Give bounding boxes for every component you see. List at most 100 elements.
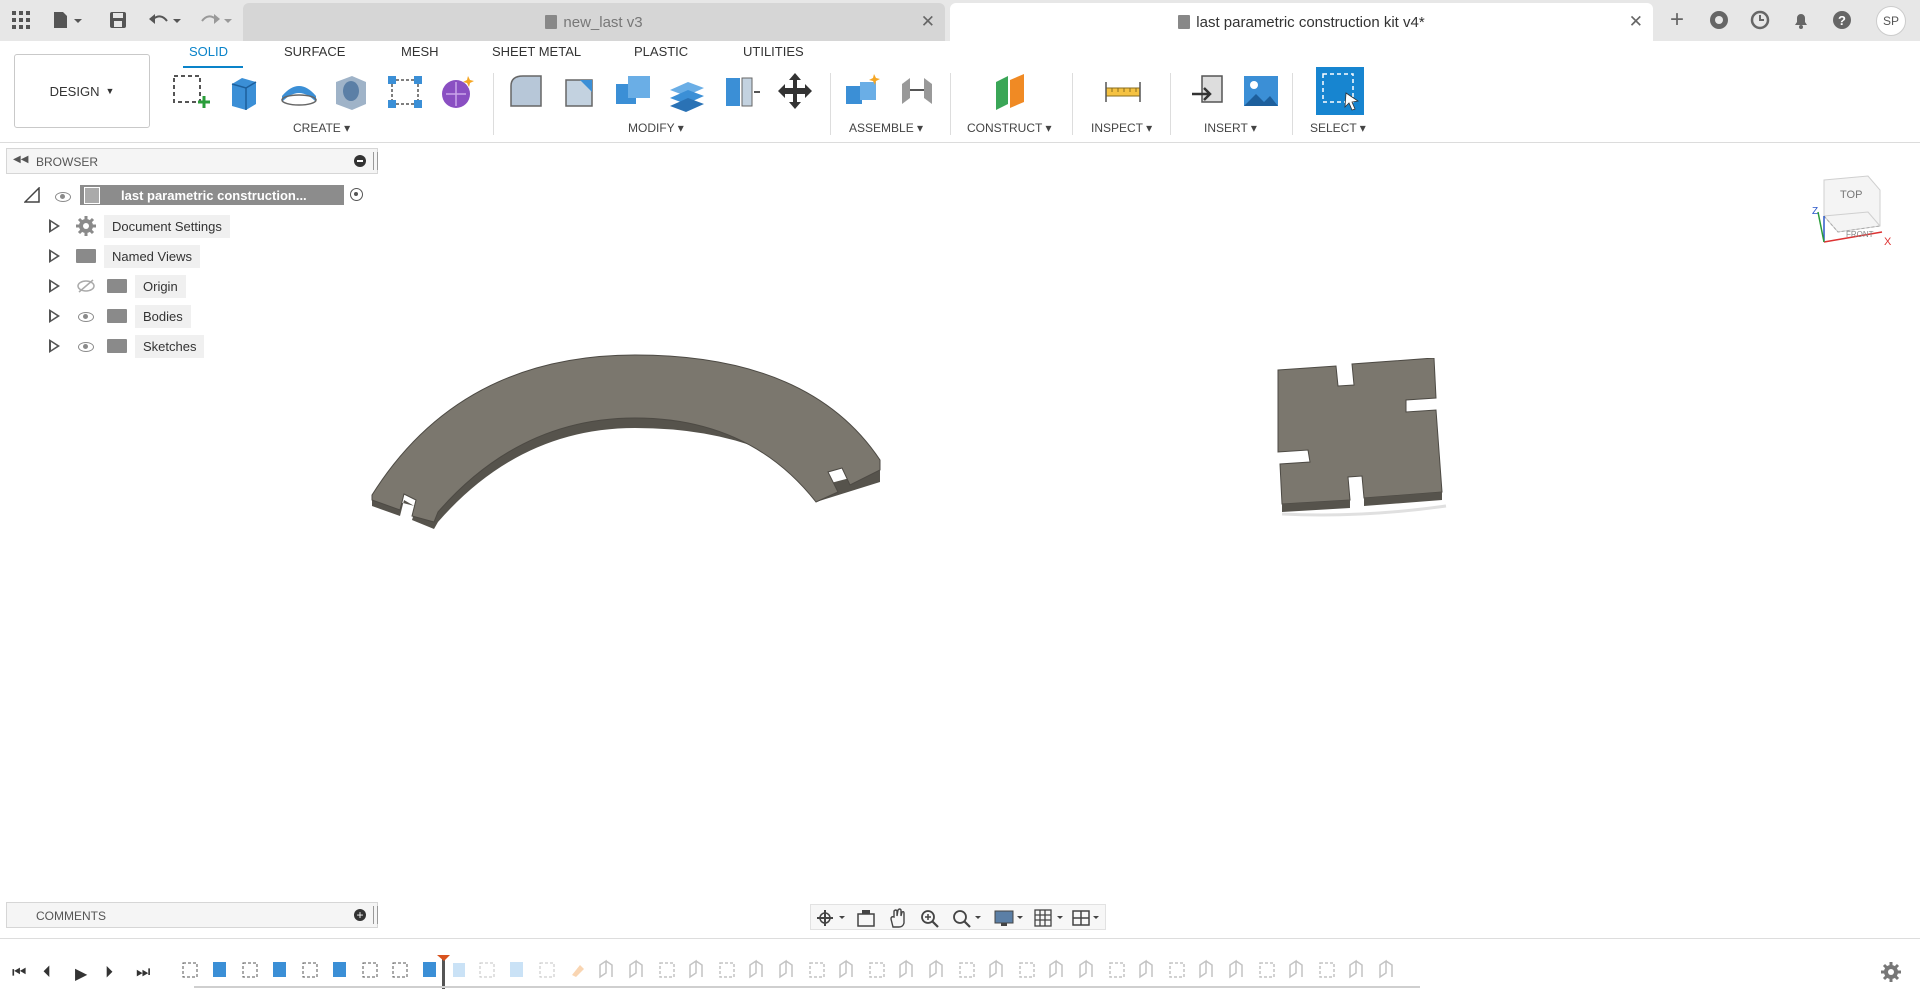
- timeline-feature-track[interactable]: [180, 955, 1440, 995]
- fillet-icon[interactable]: [558, 70, 600, 112]
- group-create[interactable]: CREATE ▾: [293, 121, 350, 135]
- insert-derive-icon[interactable]: [1188, 70, 1230, 112]
- notifications-bell-icon[interactable]: [1788, 9, 1814, 31]
- measure-icon[interactable]: [1102, 70, 1144, 112]
- minimize-panel-icon[interactable]: [354, 155, 366, 167]
- arc-piece-body[interactable]: [360, 340, 890, 540]
- apps-grid-icon[interactable]: [10, 9, 32, 31]
- select-tool-icon[interactable]: [1316, 67, 1364, 115]
- step-forward-icon[interactable]: ⏵: [105, 964, 113, 982]
- job-status-icon[interactable]: [1747, 9, 1773, 31]
- help-icon[interactable]: ?: [1829, 9, 1855, 31]
- extensions-icon[interactable]: [1706, 9, 1732, 31]
- offset-plane-icon[interactable]: [990, 70, 1032, 112]
- grid-settings-icon[interactable]: [1033, 908, 1067, 928]
- tab-label: new_last v3: [563, 13, 643, 31]
- browser-item-label: Bodies: [135, 305, 191, 328]
- display-settings-icon[interactable]: [993, 908, 1027, 928]
- create-sketch-icon[interactable]: [170, 70, 212, 112]
- new-component-icon[interactable]: [842, 70, 884, 112]
- tab-mesh[interactable]: MESH: [401, 44, 439, 59]
- navigation-bar: [810, 904, 1106, 930]
- go-to-start-icon[interactable]: ⏮: [12, 964, 26, 982]
- tab-solid[interactable]: SOLID: [189, 44, 228, 59]
- ribbon-toolbar: DESIGN ▼ SOLID SURFACE MESH SHEET METAL …: [0, 41, 1920, 143]
- save-icon[interactable]: [107, 9, 129, 31]
- expand-icon[interactable]: [49, 279, 60, 293]
- split-body-icon[interactable]: [720, 70, 762, 112]
- group-construct[interactable]: CONSTRUCT ▾: [967, 121, 1051, 135]
- panel-resize-handle[interactable]: [373, 906, 378, 924]
- revolve-icon[interactable]: [278, 70, 320, 112]
- group-inspect[interactable]: INSPECT ▾: [1091, 121, 1152, 135]
- zoom-icon[interactable]: [919, 908, 941, 928]
- play-icon[interactable]: ▶: [75, 964, 87, 984]
- group-select[interactable]: SELECT ▾: [1310, 121, 1366, 135]
- group-assemble[interactable]: ASSEMBLE ▾: [849, 121, 923, 135]
- user-avatar[interactable]: SP: [1876, 6, 1906, 36]
- offset-face-icon[interactable]: [666, 70, 708, 112]
- pattern-icon[interactable]: [384, 70, 426, 112]
- browser-title: BROWSER: [36, 155, 99, 169]
- viewcube-top-face[interactable]: TOP: [1840, 189, 1862, 201]
- visibility-eye-icon[interactable]: [78, 342, 94, 352]
- tab-surface[interactable]: SURFACE: [284, 44, 345, 59]
- undo-icon[interactable]: [145, 9, 185, 31]
- tab-sheet-metal[interactable]: SHEET METAL: [492, 44, 581, 59]
- tab-new-last[interactable]: new_last v3 ✕: [243, 3, 945, 41]
- timeline-settings-gear-icon[interactable]: [1880, 961, 1902, 983]
- collapse-panel-icon[interactable]: ◀◀: [13, 154, 28, 165]
- tab-last-parametric[interactable]: last parametric construction kit v4* ✕: [950, 3, 1653, 41]
- workspace-switcher-button[interactable]: DESIGN ▼: [14, 54, 150, 128]
- hole-icon[interactable]: [330, 70, 372, 112]
- create-form-icon[interactable]: [436, 70, 478, 112]
- viewcube-front-face[interactable]: FRONT: [1846, 230, 1874, 239]
- look-at-icon[interactable]: [855, 908, 877, 928]
- cross-connector-body[interactable]: [1270, 358, 1450, 518]
- axis-x-label: X: [1884, 236, 1892, 248]
- visibility-eye-icon[interactable]: [78, 312, 94, 322]
- viewcube[interactable]: TOP FRONT Z X: [1810, 172, 1892, 262]
- pan-hand-icon[interactable]: [887, 907, 909, 929]
- expand-icon[interactable]: [49, 339, 60, 353]
- close-tab-icon[interactable]: ✕: [1629, 12, 1643, 32]
- press-pull-icon[interactable]: [505, 70, 547, 112]
- zoom-window-icon[interactable]: [951, 908, 985, 928]
- folder-icon: [107, 309, 127, 323]
- panel-resize-handle[interactable]: [373, 152, 378, 170]
- file-menu-icon[interactable]: [48, 9, 88, 31]
- add-comment-icon[interactable]: +: [354, 909, 366, 921]
- group-assemble-label: ASSEMBLE: [849, 121, 914, 135]
- expand-icon[interactable]: [49, 309, 60, 323]
- tab-utilities[interactable]: UTILITIES: [743, 44, 804, 59]
- combine-icon[interactable]: [612, 70, 654, 112]
- group-insert-label: INSERT: [1204, 121, 1248, 135]
- insert-canvas-icon[interactable]: [1240, 70, 1282, 112]
- group-construct-label: CONSTRUCT: [967, 121, 1043, 135]
- group-insert[interactable]: INSERT ▾: [1204, 121, 1257, 135]
- timeline-rolled-features: [453, 959, 1393, 979]
- expand-icon[interactable]: [49, 219, 60, 233]
- browser-item-label: Origin: [135, 275, 186, 298]
- viewports-icon[interactable]: [1071, 908, 1105, 928]
- tab-plastic[interactable]: PLASTIC: [634, 44, 688, 59]
- close-tab-icon[interactable]: ✕: [921, 12, 935, 32]
- joint-icon[interactable]: [896, 70, 938, 112]
- root-expand-icon[interactable]: [24, 187, 40, 203]
- extrude-icon[interactable]: [224, 70, 266, 112]
- move-copy-icon[interactable]: [774, 70, 816, 112]
- redo-icon[interactable]: [196, 9, 236, 31]
- hidden-eye-icon[interactable]: [77, 279, 95, 293]
- orbit-icon[interactable]: [815, 908, 849, 928]
- timeline-bar: ⏮ ⏴ ▶ ⏵ ⏭: [0, 938, 1920, 1004]
- activate-component-icon[interactable]: [350, 188, 363, 201]
- expand-icon[interactable]: [49, 249, 60, 263]
- document-icon: [1178, 15, 1191, 29]
- group-modify[interactable]: MODIFY ▾: [628, 121, 684, 135]
- new-tab-icon[interactable]: +: [1664, 6, 1690, 33]
- visibility-eye-icon[interactable]: [55, 192, 71, 202]
- go-to-end-icon[interactable]: ⏭: [136, 964, 150, 982]
- tab-label: last parametric construction kit v4*: [1196, 13, 1425, 31]
- toolbar-divider: [950, 73, 951, 135]
- step-back-icon[interactable]: ⏴: [43, 964, 51, 982]
